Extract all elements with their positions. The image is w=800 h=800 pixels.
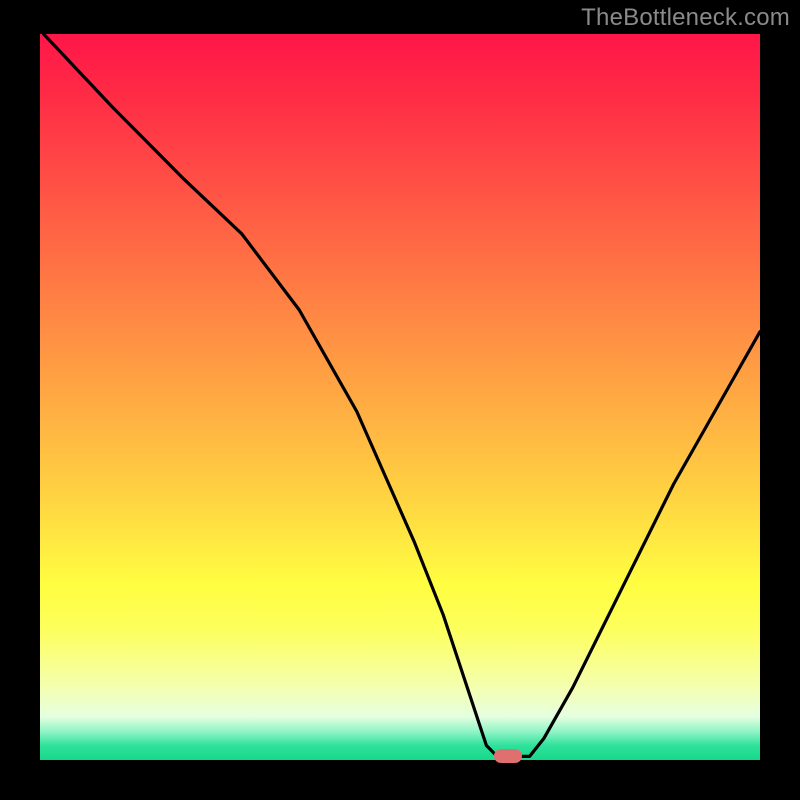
chart-container: TheBottleneck.com [0,0,800,800]
optimal-marker [494,749,523,763]
bottleneck-curve [44,34,760,756]
curve-layer [40,34,760,760]
plot-area [40,34,760,760]
watermark-text: TheBottleneck.com [581,4,790,32]
